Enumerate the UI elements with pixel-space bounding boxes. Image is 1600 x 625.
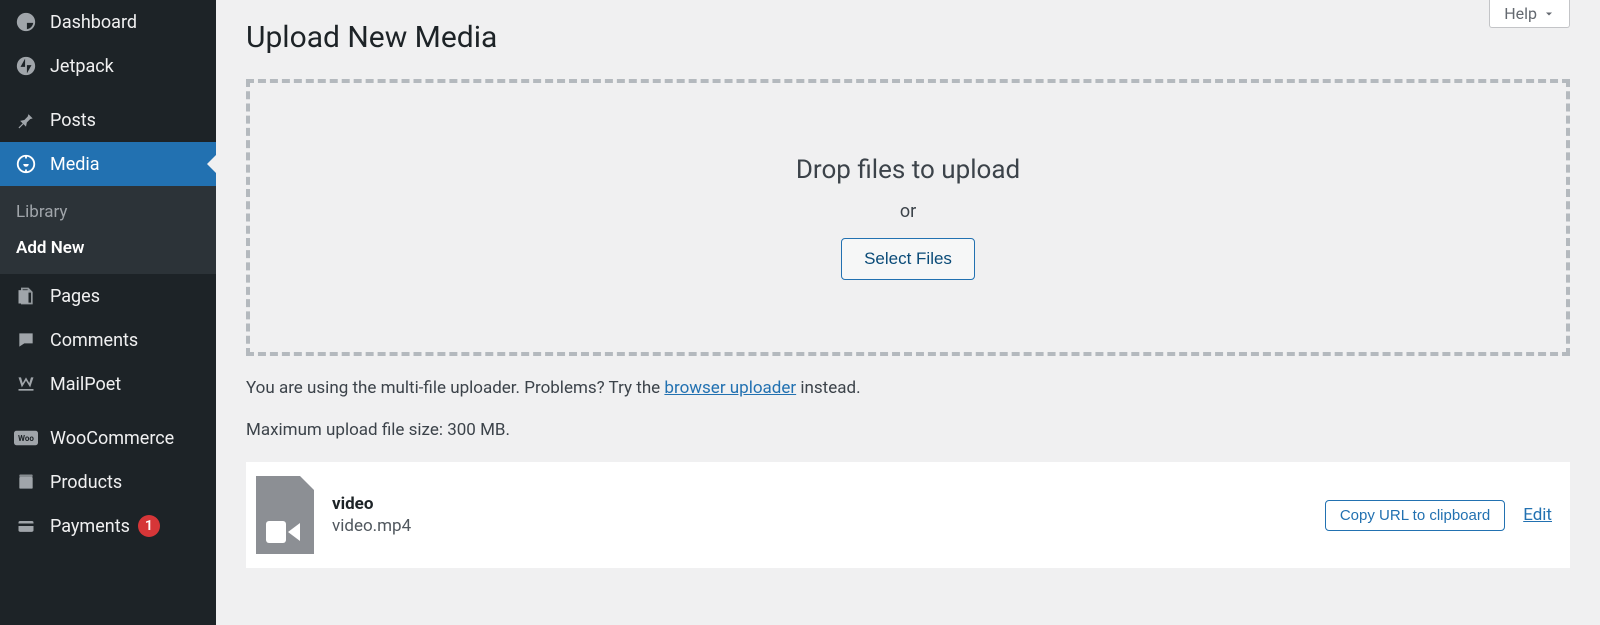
jetpack-icon [14, 54, 38, 78]
sidebar-item-label: Payments [50, 516, 130, 537]
sidebar-submenu-media: Library Add New [0, 186, 216, 274]
sidebar-item-jetpack[interactable]: Jetpack [0, 44, 216, 88]
file-thumbnail [256, 476, 314, 554]
sidebar-item-mailpoet[interactable]: MailPoet [0, 362, 216, 406]
help-tab[interactable]: Help [1489, 0, 1570, 28]
uploader-note: You are using the multi-file uploader. P… [246, 378, 1570, 398]
sidebar-item-comments[interactable]: Comments [0, 318, 216, 362]
submenu-item-library[interactable]: Library [0, 194, 216, 230]
pin-icon [14, 108, 38, 132]
sidebar-item-label: Posts [50, 110, 96, 131]
admin-sidebar: Dashboard Jetpack Posts Media Library Ad… [0, 0, 216, 625]
sidebar-item-woocommerce[interactable]: Woo WooCommerce [0, 416, 216, 460]
sidebar-item-label: Media [50, 154, 100, 175]
comments-icon [14, 328, 38, 352]
select-files-button[interactable]: Select Files [841, 238, 975, 280]
or-text: or [270, 201, 1546, 222]
note-prefix: You are using the multi-file uploader. P… [246, 378, 664, 398]
sidebar-item-label: Products [50, 472, 122, 493]
sidebar-item-posts[interactable]: Posts [0, 98, 216, 142]
drop-text: Drop files to upload [270, 155, 1546, 185]
browser-uploader-link[interactable]: browser uploader [664, 378, 796, 398]
sidebar-item-payments[interactable]: Payments 1 [0, 504, 216, 548]
video-file-icon [266, 520, 300, 544]
sidebar-item-pages[interactable]: Pages [0, 274, 216, 318]
dashboard-icon [14, 10, 38, 34]
copy-url-button[interactable]: Copy URL to clipboard [1325, 500, 1505, 531]
sidebar-item-label: Pages [50, 286, 100, 307]
submenu-item-add-new[interactable]: Add New [0, 230, 216, 266]
uploaded-file-row: video video.mp4 Copy URL to clipboard Ed… [246, 462, 1570, 568]
file-title: video [332, 494, 1307, 514]
svg-text:Woo: Woo [18, 434, 34, 443]
upload-dropzone[interactable]: Drop files to upload or Select Files [246, 79, 1570, 356]
notification-badge: 1 [138, 515, 160, 537]
sidebar-item-label: WooCommerce [50, 428, 174, 449]
edit-link[interactable]: Edit [1523, 505, 1552, 525]
mailpoet-icon [14, 372, 38, 396]
max-upload-size: Maximum upload file size: 300 MB. [246, 420, 1570, 440]
sidebar-item-dashboard[interactable]: Dashboard [0, 0, 216, 44]
file-row-actions: Copy URL to clipboard Edit [1325, 500, 1552, 531]
sidebar-item-label: Comments [50, 330, 138, 351]
woocommerce-icon: Woo [14, 426, 38, 450]
pages-icon [14, 284, 38, 308]
page-title: Upload New Media [246, 0, 1570, 79]
note-suffix: instead. [796, 378, 860, 398]
chevron-down-icon [1543, 8, 1555, 20]
file-name: video.mp4 [332, 516, 1307, 536]
sidebar-item-label: Dashboard [50, 12, 137, 33]
help-tab-label: Help [1504, 4, 1537, 23]
sidebar-item-media[interactable]: Media [0, 142, 216, 186]
sidebar-item-products[interactable]: Products [0, 460, 216, 504]
sidebar-item-label: Jetpack [50, 56, 114, 77]
products-icon [14, 470, 38, 494]
file-meta: video video.mp4 [332, 494, 1307, 536]
sidebar-item-label: MailPoet [50, 374, 121, 395]
main-content: Help Upload New Media Drop files to uplo… [216, 0, 1600, 625]
media-icon [14, 152, 38, 176]
payments-icon [14, 514, 38, 538]
